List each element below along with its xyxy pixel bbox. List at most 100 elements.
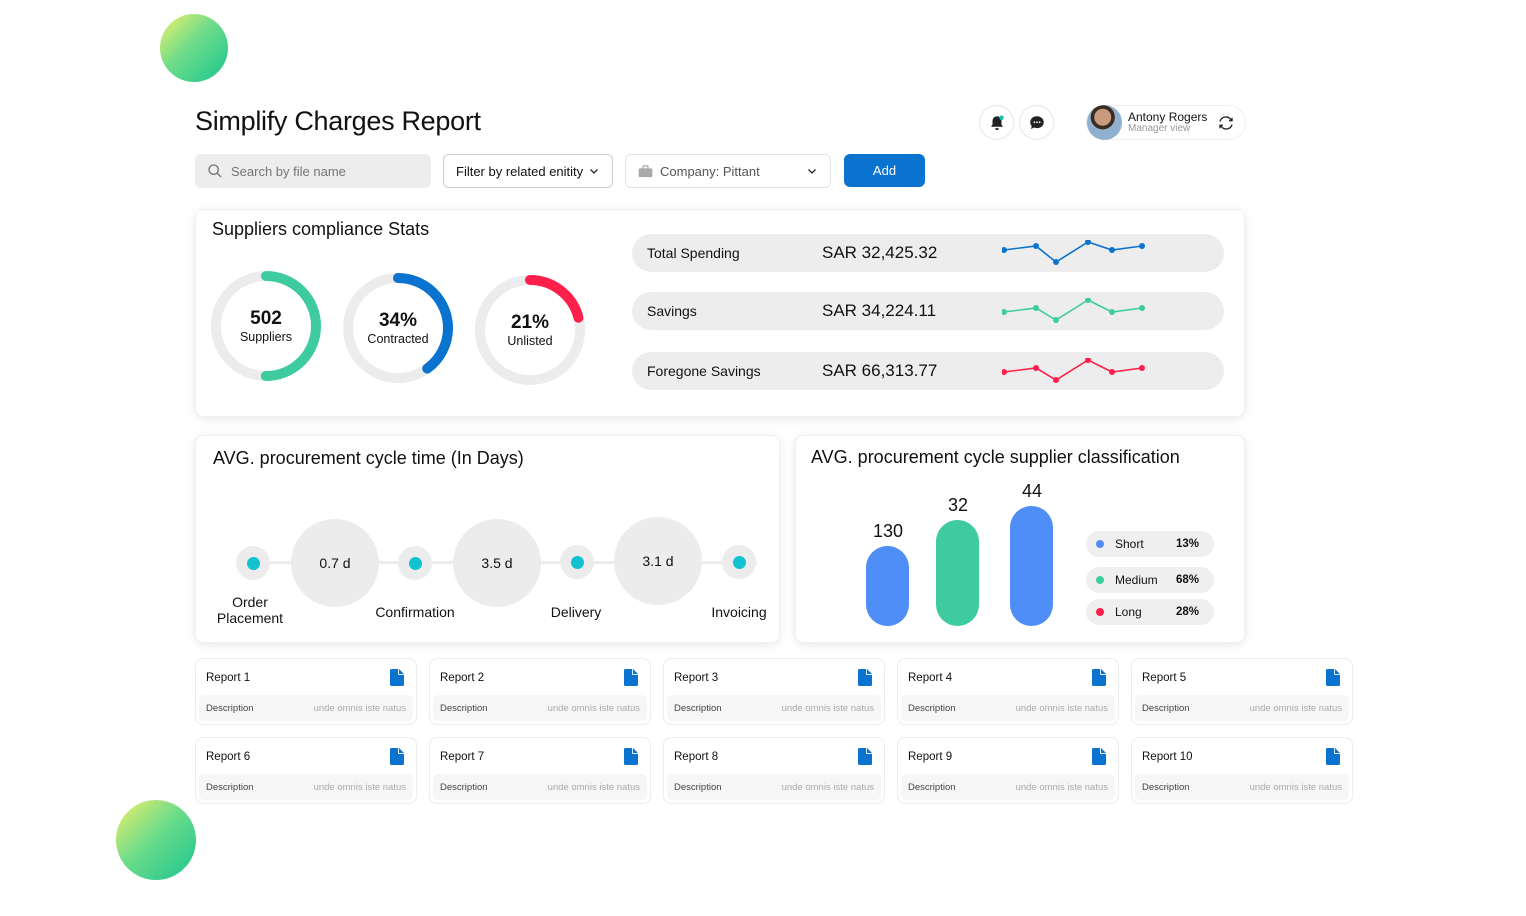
document-icon[interactable] bbox=[858, 669, 872, 686]
sparkline-line bbox=[1003, 299, 1143, 321]
report-card[interactable]: Report 6 Description unde omnis iste natu… bbox=[195, 737, 417, 804]
user-role: Manager view bbox=[1128, 122, 1191, 134]
search-field[interactable] bbox=[195, 154, 431, 188]
report-card[interactable]: Report 7 Description unde omnis iste natu… bbox=[429, 737, 651, 804]
legend-label: Long bbox=[1115, 605, 1142, 619]
timeline-dot bbox=[560, 545, 594, 579]
sparkline-line bbox=[1003, 359, 1143, 381]
sparkline-point bbox=[1033, 365, 1039, 371]
stage-label: Confirmation bbox=[375, 604, 455, 620]
document-icon[interactable] bbox=[1326, 669, 1340, 686]
classification-bar bbox=[1010, 506, 1053, 626]
report-card[interactable]: Report 10 Description unde omnis iste nat… bbox=[1131, 737, 1353, 804]
document-icon[interactable] bbox=[624, 748, 638, 765]
search-input[interactable] bbox=[231, 163, 421, 179]
sparkline-point bbox=[1109, 369, 1115, 375]
duration-bubble: 3.5 d bbox=[453, 519, 541, 607]
timeline-dot bbox=[236, 546, 270, 580]
stat-row: Total Spending SAR 32,425.32 bbox=[632, 234, 1224, 272]
document-icon[interactable] bbox=[1092, 669, 1106, 686]
description-label: Description bbox=[1142, 781, 1190, 793]
classification-title: AVG. procurement cycle supplier classifi… bbox=[811, 447, 1180, 467]
stat-value: SAR 66,313.77 bbox=[822, 361, 938, 380]
gauge-value: 21% bbox=[510, 312, 550, 333]
document-icon[interactable] bbox=[858, 748, 872, 765]
timeline-dot bbox=[722, 545, 756, 579]
report-card[interactable]: Report 8 Description unde omnis iste natu… bbox=[663, 737, 885, 804]
report-card[interactable]: Report 3 Description unde omnis iste natu… bbox=[663, 658, 885, 725]
report-card[interactable]: Report 9 Description unde omnis iste natu… bbox=[897, 737, 1119, 804]
entity-filter-dropdown[interactable]: Filter by related enitity bbox=[443, 154, 613, 188]
document-icon[interactable] bbox=[624, 669, 638, 686]
notifications-button[interactable] bbox=[979, 105, 1014, 140]
description-text: unde omnis iste natus bbox=[547, 781, 640, 793]
sparkline-point bbox=[1053, 317, 1059, 323]
report-card[interactable]: Report 5 Description unde omnis iste natu… bbox=[1131, 658, 1353, 725]
cycle-title: AVG. procurement cycle time (In Days) bbox=[213, 448, 524, 468]
legend-label: Short bbox=[1115, 537, 1144, 551]
report-title: Report 7 bbox=[440, 751, 485, 763]
gauge-label: Suppliers bbox=[239, 330, 293, 344]
description-text: unde omnis iste natus bbox=[1249, 702, 1342, 714]
legend-swatch bbox=[1096, 608, 1104, 616]
report-card[interactable]: Report 1 Description unde omnis iste natu… bbox=[195, 658, 417, 725]
switch-view-icon[interactable] bbox=[1217, 114, 1235, 132]
sparkline-point bbox=[1139, 305, 1145, 311]
legend-swatch bbox=[1096, 540, 1104, 548]
sparkline-point bbox=[1033, 243, 1039, 249]
stat-row: Savings SAR 34,224.11 bbox=[632, 292, 1224, 330]
sparkline-point bbox=[1053, 259, 1059, 265]
report-title: Report 2 bbox=[440, 672, 485, 684]
duration-bubble: 0.7 d bbox=[291, 519, 379, 607]
legend-pct: 28% bbox=[1175, 606, 1199, 618]
description-label: Description bbox=[440, 702, 488, 714]
gauge-label: Unlisted bbox=[507, 334, 553, 348]
classification-bar bbox=[936, 520, 979, 626]
chat-bubble-icon bbox=[1029, 115, 1044, 129]
legend-medium: Medium 68% bbox=[1086, 567, 1214, 593]
description-text: unde omnis iste natus bbox=[1015, 781, 1108, 793]
description-label: Description bbox=[440, 781, 488, 793]
search-icon bbox=[208, 164, 222, 178]
duration-bubble: 3.1 d bbox=[614, 517, 702, 605]
sparkline-point bbox=[1109, 309, 1115, 315]
description-text: unde omnis iste natus bbox=[313, 781, 406, 793]
stat-value: SAR 32,425.32 bbox=[822, 243, 938, 262]
report-card[interactable]: Report 2 Description unde omnis iste natu… bbox=[429, 658, 651, 725]
document-icon[interactable] bbox=[390, 669, 404, 686]
document-icon[interactable] bbox=[1092, 748, 1106, 765]
sparkline-point bbox=[1002, 247, 1007, 253]
gauge-contracted: 34% Contracted bbox=[342, 272, 454, 384]
document-icon[interactable] bbox=[390, 748, 404, 765]
decorative-blob-bottom bbox=[116, 800, 196, 880]
gauge-value: 502 bbox=[250, 308, 282, 329]
description-text: unde omnis iste natus bbox=[1015, 702, 1108, 714]
bar-value: 44 bbox=[1021, 481, 1043, 501]
description-text: unde omnis iste natus bbox=[781, 702, 874, 714]
document-icon[interactable] bbox=[1326, 748, 1340, 765]
description-text: unde omnis iste natus bbox=[781, 781, 874, 793]
company-dropdown[interactable]: Company: Pittant bbox=[625, 154, 831, 188]
chevron-down-icon bbox=[808, 169, 816, 174]
report-card[interactable]: Report 4 Description unde omnis iste natu… bbox=[897, 658, 1119, 725]
user-profile[interactable]: Antony Rogers Manager view bbox=[1086, 105, 1246, 140]
add-button[interactable]: Add bbox=[844, 154, 925, 187]
sparkline-point bbox=[1139, 365, 1145, 371]
messages-button[interactable] bbox=[1019, 105, 1054, 140]
stat-row: Foregone Savings SAR 66,313.77 bbox=[632, 352, 1224, 390]
avatar bbox=[1087, 105, 1122, 140]
gauge-unlisted: 21% Unlisted bbox=[474, 274, 586, 386]
description-text: unde omnis iste natus bbox=[547, 702, 640, 714]
company-label: Company: Pittant bbox=[660, 163, 760, 179]
decorative-blob-top bbox=[160, 14, 228, 82]
legend-label: Medium bbox=[1115, 573, 1158, 587]
sparkline-point bbox=[1139, 243, 1145, 249]
report-title: Report 9 bbox=[908, 751, 953, 763]
sparkline bbox=[1002, 298, 1145, 323]
legend-short: Short 13% bbox=[1086, 531, 1214, 557]
sparkline bbox=[1002, 240, 1145, 265]
briefcase-icon bbox=[638, 164, 653, 177]
sparkline-point bbox=[1053, 377, 1059, 383]
description-label: Description bbox=[1142, 702, 1190, 714]
description-label: Description bbox=[674, 702, 722, 714]
